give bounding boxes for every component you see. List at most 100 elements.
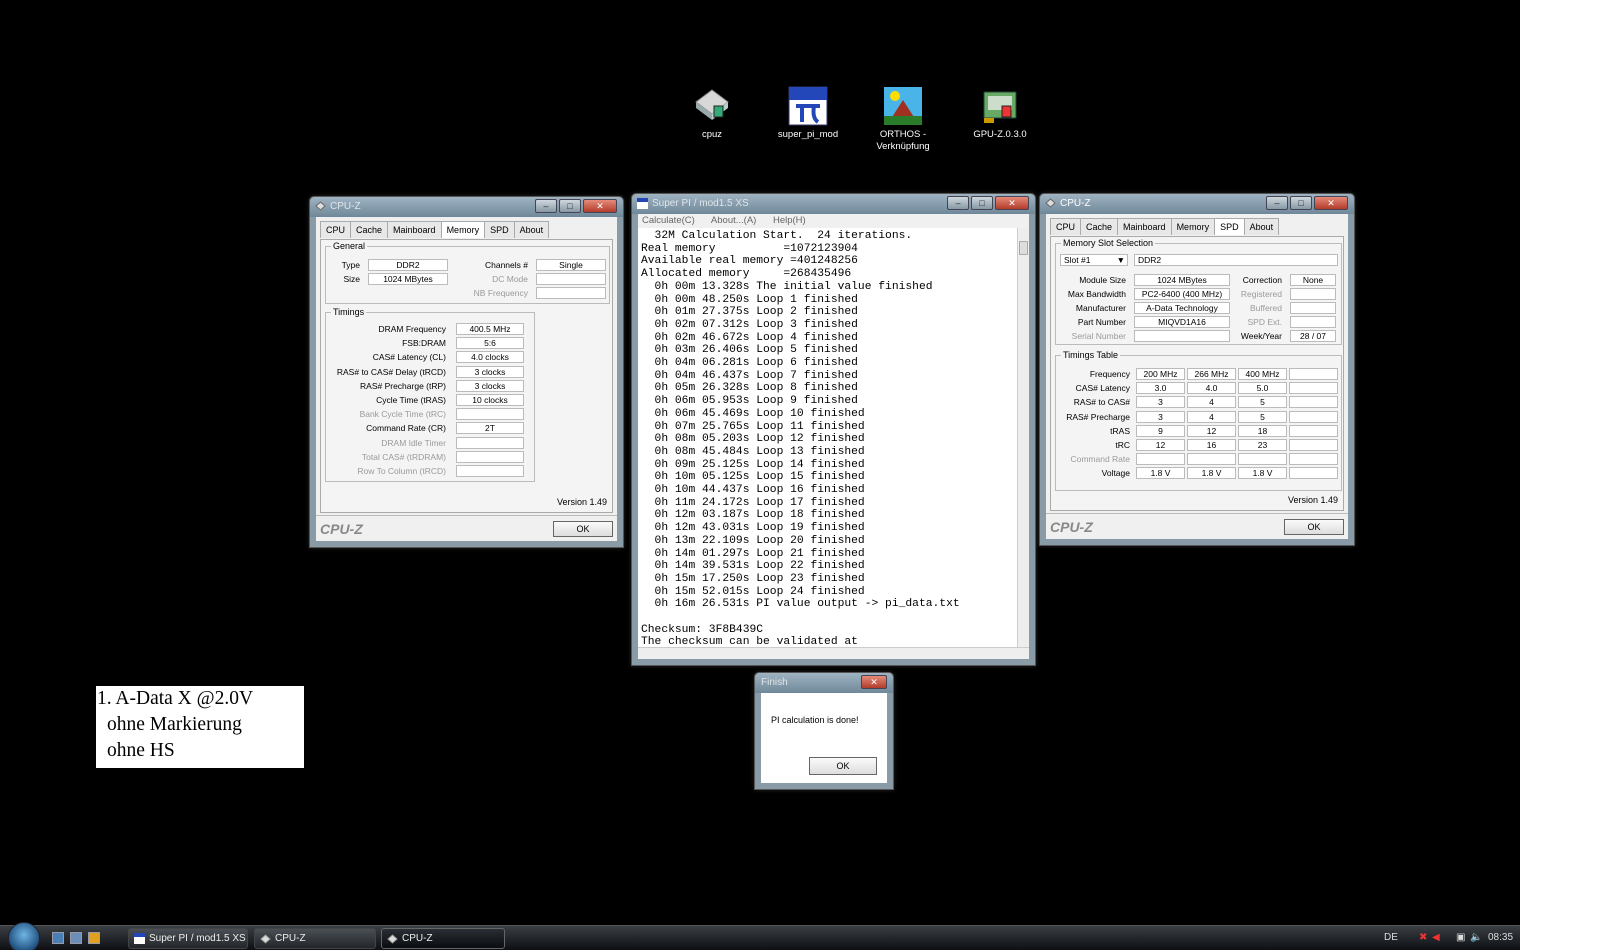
title-bar[interactable]: CPU-Z – □ ✕ bbox=[1040, 194, 1354, 214]
menu-help[interactable]: Help(H) bbox=[773, 215, 806, 226]
tab-mainboard[interactable]: Mainboard bbox=[387, 221, 442, 238]
close-button[interactable]: ✕ bbox=[995, 196, 1029, 210]
spd-ext-value bbox=[1290, 316, 1336, 328]
ok-button[interactable]: OK bbox=[809, 757, 877, 775]
table-cell bbox=[1289, 368, 1338, 380]
tab-cache[interactable]: Cache bbox=[350, 221, 389, 238]
buffered-value bbox=[1290, 302, 1336, 314]
minimize-button[interactable]: – bbox=[947, 196, 969, 210]
cpuz-icon bbox=[260, 933, 271, 944]
output-line: 0h 04m 46.437s Loop 7 finished bbox=[641, 369, 858, 382]
taskbar-button-cpuz[interactable]: CPU-Z bbox=[254, 928, 376, 949]
note-line: ohne HS bbox=[107, 740, 175, 761]
nb-frequency-value bbox=[536, 287, 606, 299]
taskbar-button-superpi[interactable]: Super PI / mod1.5 XS bbox=[128, 928, 248, 949]
table-cell: 23 bbox=[1238, 439, 1287, 451]
clock: 08:35 bbox=[1488, 932, 1514, 943]
output-line: 0h 07m 25.765s Loop 11 finished bbox=[641, 420, 865, 433]
output-line: 0h 09m 25.125s Loop 14 finished bbox=[641, 458, 865, 471]
cpuz-body: CPU Cache Mainboard Memory SPD About Mem… bbox=[1046, 214, 1348, 539]
table-row-label: tRAS bbox=[1110, 425, 1130, 436]
table-cell: 18 bbox=[1238, 424, 1287, 437]
ok-button[interactable]: OK bbox=[553, 521, 613, 537]
tab-memory[interactable]: Memory bbox=[1170, 218, 1216, 235]
desktop-icon-gpuz[interactable]: GPU-Z.0.3.0 bbox=[955, 86, 1045, 141]
title-bar[interactable]: Super PI / mod1.5 XS – □ ✕ bbox=[632, 194, 1035, 214]
language-indicator[interactable]: DE bbox=[1384, 932, 1398, 943]
window-title: CPU-Z bbox=[330, 201, 361, 212]
scroll-thumb[interactable] bbox=[1019, 241, 1028, 255]
output-text[interactable]: 32M Calculation Start. 24 iterations. Rea… bbox=[638, 228, 1029, 647]
slot-select[interactable]: Slot #1 ▼ bbox=[1060, 254, 1128, 266]
timings-group: Timings DRAM Frequency 400.5 MHz FSB:DRAM 5… bbox=[325, 307, 535, 482]
title-bar[interactable]: Finish ✕ bbox=[755, 673, 893, 693]
output-line: 0h 12m 03.187s Loop 18 finished bbox=[641, 509, 865, 522]
output-line: 0h 08m 45.484s Loop 13 finished bbox=[641, 445, 865, 458]
vertical-scrollbar[interactable] bbox=[1017, 228, 1029, 647]
maximize-button[interactable]: □ bbox=[1290, 196, 1312, 210]
tab-memory[interactable]: Memory bbox=[440, 221, 486, 238]
output-line: The checksum can be validated at bbox=[641, 636, 858, 647]
output-line: 0h 00m 13.328s The initial value finishe… bbox=[641, 280, 933, 293]
timing-value: 2T bbox=[456, 422, 524, 435]
note-line: 1. A-Data X @2.0V bbox=[97, 688, 254, 709]
desktop-icon-super-pi[interactable]: super_pi_mod bbox=[763, 86, 853, 141]
group-label: Timings Table bbox=[1061, 350, 1121, 360]
dialog-title: Finish bbox=[761, 677, 788, 688]
tray-app-icon[interactable]: ◀ bbox=[1432, 932, 1440, 943]
taskbar-button-cpuz-active[interactable]: CPU-Z bbox=[381, 928, 505, 949]
switch-windows-icon[interactable] bbox=[70, 932, 82, 944]
close-button[interactable]: ✕ bbox=[1314, 196, 1348, 210]
tab-cache[interactable]: Cache bbox=[1080, 218, 1119, 235]
timing-label: Bank Cycle Time (tRC) bbox=[359, 409, 446, 420]
output-line: 0h 04m 06.281s Loop 6 finished bbox=[641, 357, 858, 370]
timing-value: 4.0 clocks bbox=[456, 351, 524, 364]
table-cell: 5.0 bbox=[1238, 382, 1287, 395]
network-icon[interactable]: ▣ bbox=[1456, 932, 1465, 943]
output-line: 0h 10m 05.125s Loop 15 finished bbox=[641, 471, 865, 484]
menu-about[interactable]: About...(A) bbox=[711, 215, 756, 226]
minimize-button[interactable]: – bbox=[1266, 196, 1288, 210]
cpuz-title-icon bbox=[1045, 198, 1056, 209]
tab-about[interactable]: About bbox=[1243, 218, 1280, 235]
timing-label: Cycle Time (tRAS) bbox=[376, 395, 446, 405]
tab-mainboard[interactable]: Mainboard bbox=[1117, 218, 1172, 235]
network-error-icon[interactable]: ✖ bbox=[1419, 932, 1427, 943]
timing-label: RAS# to CAS# Delay (tRCD) bbox=[336, 366, 446, 377]
horizontal-scrollbar[interactable] bbox=[638, 647, 1029, 659]
close-button[interactable]: ✕ bbox=[861, 675, 887, 689]
table-cell bbox=[1289, 439, 1338, 451]
desktop-icon-label: super_pi_mod bbox=[777, 129, 839, 140]
table-cell: 5 bbox=[1238, 410, 1287, 423]
tab-about[interactable]: About bbox=[513, 221, 550, 238]
table-cell bbox=[1289, 382, 1338, 395]
tab-spd[interactable]: SPD bbox=[1214, 218, 1245, 235]
volume-icon[interactable]: 🔈 bbox=[1470, 932, 1482, 943]
window-title: CPU-Z bbox=[1060, 198, 1091, 209]
timing-value bbox=[456, 408, 524, 421]
title-bar[interactable]: CPU-Z – □ ✕ bbox=[310, 197, 623, 217]
cpuz-icon bbox=[387, 933, 398, 944]
maximize-button[interactable]: □ bbox=[971, 196, 993, 210]
tab-cpu[interactable]: CPU bbox=[1050, 218, 1082, 235]
desktop-icon-cpuz[interactable]: cpuz bbox=[667, 86, 757, 141]
tab-spd[interactable]: SPD bbox=[484, 221, 515, 238]
spd-tab-pane: Memory Slot Selection Slot #1 ▼ DDR2 Mod… bbox=[1050, 236, 1344, 511]
size-value: 1024 MBytes bbox=[368, 273, 448, 285]
maximize-button[interactable]: □ bbox=[559, 199, 581, 213]
minimize-button[interactable]: – bbox=[535, 199, 557, 213]
close-button[interactable]: ✕ bbox=[583, 199, 617, 213]
desktop-icon-label: ORTHOS - Verknüpfung bbox=[876, 129, 930, 152]
tab-cpu[interactable]: CPU bbox=[320, 221, 352, 238]
media-player-icon[interactable] bbox=[88, 932, 100, 944]
show-desktop-icon[interactable] bbox=[52, 932, 64, 944]
dc-mode-value bbox=[536, 273, 606, 285]
desktop-icon-orthos[interactable]: ORTHOS - Verknüpfung bbox=[858, 86, 948, 153]
ok-button[interactable]: OK bbox=[1284, 519, 1344, 535]
table-cell bbox=[1289, 396, 1338, 409]
table-cell: 1.8 V bbox=[1187, 467, 1236, 480]
timing-value bbox=[456, 465, 524, 477]
table-row-label: tRC bbox=[1115, 440, 1130, 450]
menu-calculate[interactable]: Calculate(C) bbox=[642, 215, 695, 226]
start-button[interactable] bbox=[8, 922, 40, 950]
